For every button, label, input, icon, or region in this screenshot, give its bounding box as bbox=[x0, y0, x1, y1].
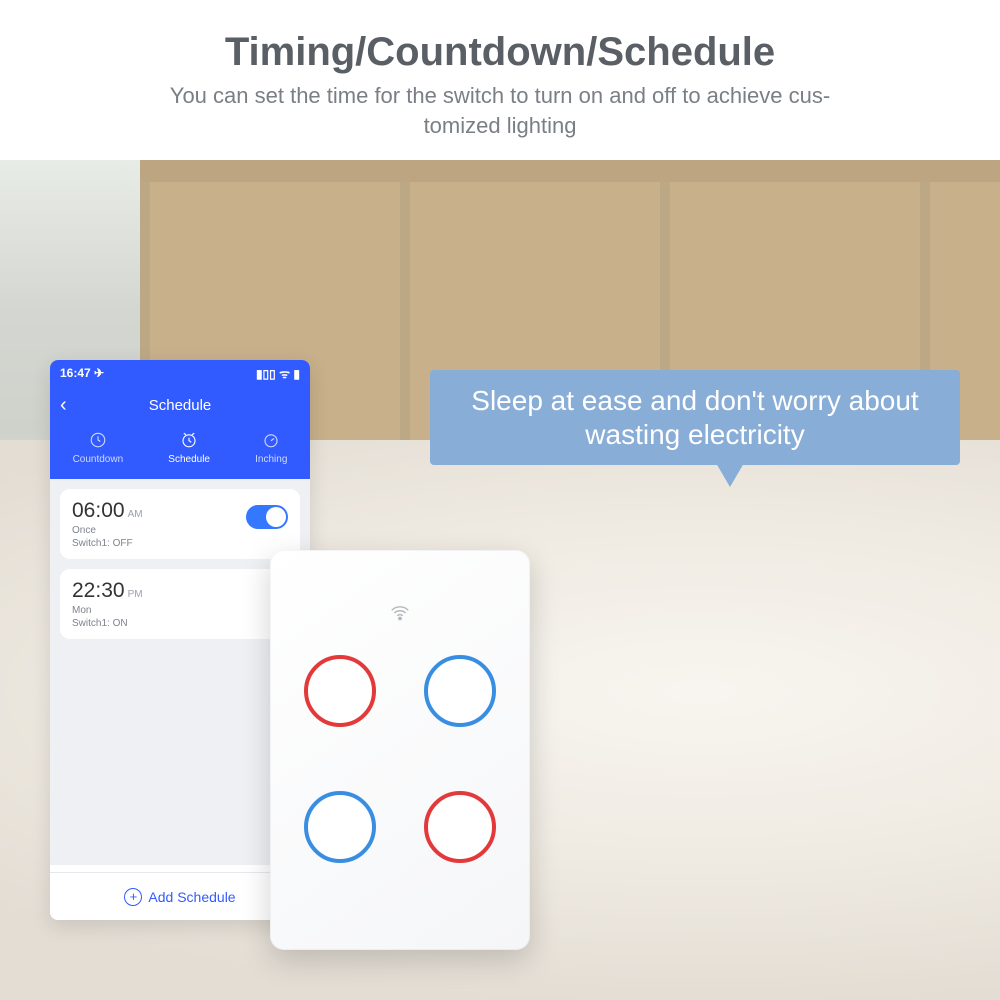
switch-button-1[interactable] bbox=[304, 655, 376, 727]
tab-countdown[interactable]: Countdown bbox=[73, 430, 124, 465]
nav-title: Schedule bbox=[149, 397, 212, 414]
page-subtitle: You can set the time for the switch to t… bbox=[60, 81, 940, 140]
switch-button-2[interactable] bbox=[424, 655, 496, 727]
tab-label: Schedule bbox=[168, 454, 210, 465]
status-bar: 16:47 ✈ ▮▯▯ ᯤ ▮ bbox=[50, 360, 310, 386]
schedule-toggle[interactable] bbox=[246, 505, 288, 529]
add-label: Add Schedule bbox=[148, 889, 235, 905]
status-time: 16:47 ✈ bbox=[60, 366, 104, 380]
schedule-time: 06:00 bbox=[72, 499, 125, 523]
switch-button-4[interactable] bbox=[424, 791, 496, 863]
schedule-item[interactable]: 06:00 AM Once Switch1: OFF bbox=[60, 489, 300, 559]
schedule-repeat: Once bbox=[72, 525, 143, 536]
plus-icon: + bbox=[124, 888, 142, 906]
schedule-ampm: AM bbox=[128, 509, 143, 520]
back-button[interactable]: ‹ bbox=[60, 394, 67, 417]
clock-icon bbox=[88, 430, 108, 450]
schedule-detail: Switch1: OFF bbox=[72, 538, 143, 549]
schedule-ampm: PM bbox=[128, 589, 143, 600]
schedule-detail: Switch1: ON bbox=[72, 618, 143, 629]
tab-label: Inching bbox=[255, 454, 287, 465]
timer-icon bbox=[261, 430, 281, 450]
schedule-repeat: Mon bbox=[72, 605, 143, 616]
switch-panel bbox=[270, 550, 530, 950]
tab-label: Countdown bbox=[73, 454, 124, 465]
alarm-icon bbox=[179, 430, 199, 450]
tab-schedule[interactable]: Schedule bbox=[168, 430, 210, 465]
schedule-item[interactable]: 22:30 PM Mon Switch1: ON bbox=[60, 569, 300, 639]
page-title: Timing/Countdown/Schedule bbox=[60, 30, 940, 75]
speech-bubble: Sleep at ease and don't worry about wast… bbox=[430, 370, 960, 465]
status-indicators: ▮▯▯ ᯤ ▮ bbox=[256, 365, 300, 382]
wifi-icon bbox=[389, 602, 411, 629]
tab-bar: Countdown Schedule Inching bbox=[50, 424, 310, 479]
schedule-time: 22:30 bbox=[72, 579, 125, 603]
switch-button-3[interactable] bbox=[304, 791, 376, 863]
tab-inching[interactable]: Inching bbox=[255, 430, 287, 465]
app-navbar: ‹ Schedule bbox=[50, 386, 310, 424]
